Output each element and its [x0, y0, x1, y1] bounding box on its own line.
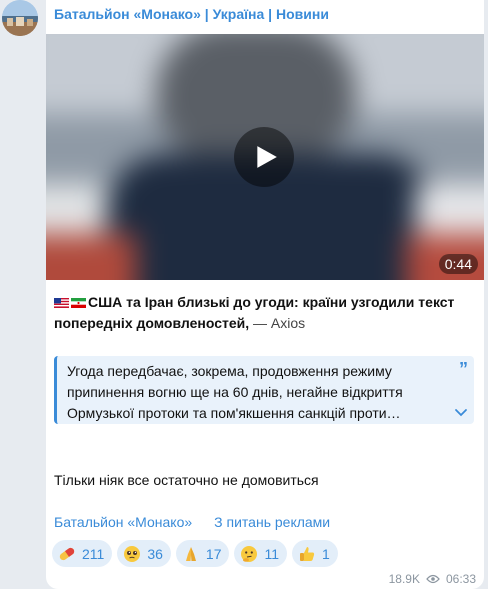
reaction-count: 11 — [264, 545, 280, 562]
video-player[interactable]: 0:44 — [46, 34, 484, 280]
iran-flag-icon — [71, 298, 86, 308]
quote-text: Угода передбачає, зокрема, продовження р… — [67, 363, 403, 421]
thinking-face-icon — [240, 545, 258, 563]
folded-hands-icon — [182, 545, 200, 563]
reaction-count: 211 — [82, 545, 105, 562]
post-headline: США та Іран близькі до угоди: країни узг… — [54, 292, 476, 334]
channel-name[interactable]: Батальйон «Монако» | Україна | Новини — [54, 6, 329, 22]
reaction-count: 1 — [322, 545, 330, 562]
headline-source: — Axios — [249, 315, 306, 331]
reaction-count: 36 — [147, 545, 163, 562]
play-icon — [257, 146, 277, 168]
us-flag-icon — [54, 298, 69, 308]
reaction-thinking[interactable]: 11 — [234, 540, 288, 567]
reaction-thumbs-up[interactable]: 1 — [292, 540, 338, 567]
blockquote[interactable]: Угода передбачає, зокрема, продовження р… — [54, 356, 474, 424]
pill-icon — [58, 545, 76, 563]
reaction-count: 17 — [205, 545, 222, 562]
view-count: 18.9K — [388, 572, 420, 586]
message-bubble: Батальйон «Монако» | Україна | Новини 0:… — [46, 0, 484, 589]
reaction-pleading[interactable]: 36 — [117, 540, 171, 567]
chevron-down-icon[interactable] — [454, 408, 468, 418]
post-comment: Тільки ніяк все остаточно не домовиться — [54, 472, 319, 488]
reactions-bar: 211 36 17 11 1 — [52, 540, 338, 567]
channel-avatar[interactable] — [2, 0, 38, 36]
pleading-face-icon — [123, 545, 141, 563]
message-meta: 18.9K 06:33 — [389, 572, 476, 586]
play-button[interactable] — [234, 127, 294, 187]
ads-link[interactable]: З питань реклами — [214, 514, 330, 530]
post-links: Батальйон «Монако» З питань реклами — [54, 514, 330, 530]
eye-icon — [426, 574, 440, 584]
quote-mark-icon: ” — [459, 359, 468, 379]
message-time: 06:33 — [445, 572, 476, 586]
channel-link[interactable]: Батальйон «Монако» — [54, 514, 192, 530]
reaction-pill[interactable]: 211 — [52, 540, 113, 567]
video-duration: 0:44 — [438, 254, 478, 274]
thumbs-up-icon — [298, 545, 316, 563]
reaction-pray[interactable]: 17 — [175, 540, 230, 567]
